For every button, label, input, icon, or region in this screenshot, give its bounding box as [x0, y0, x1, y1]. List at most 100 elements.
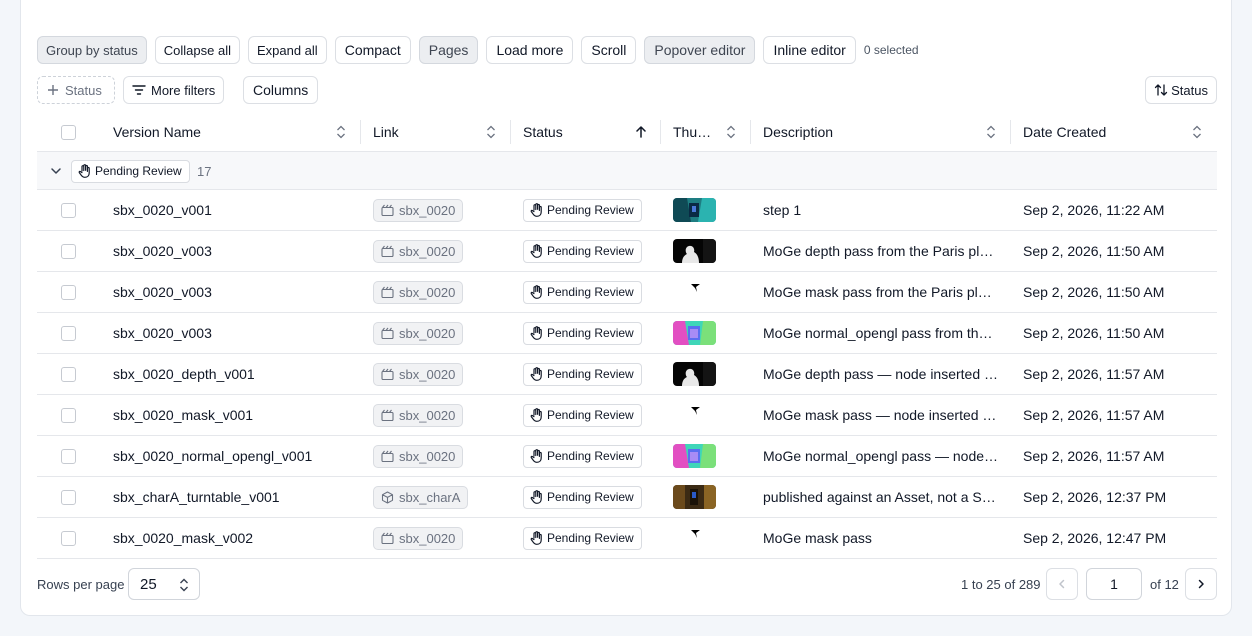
description-cell[interactable]: MoGe mask pass from the Paris pla…: [763, 272, 1003, 312]
inline-editor-button[interactable]: Inline editor: [763, 36, 856, 64]
link-cell[interactable]: sbx_0020: [373, 190, 464, 230]
thumbnail-cell[interactable]: [673, 518, 716, 558]
link-chip[interactable]: sbx_0020: [373, 198, 464, 222]
thumbnail-image[interactable]: [673, 444, 716, 468]
description-cell[interactable]: MoGe mask pass — node inserted …: [763, 395, 1003, 435]
status-chip[interactable]: Pending Review: [523, 321, 642, 345]
sort-thumbnail-icon[interactable]: [724, 124, 738, 140]
row-checkbox[interactable]: [61, 231, 76, 271]
thumbnail-cell[interactable]: [673, 231, 716, 271]
link-cell[interactable]: sbx_0020: [373, 354, 464, 394]
link-cell[interactable]: sbx_0020: [373, 272, 464, 312]
version-name[interactable]: sbx_0020_depth_v001: [113, 354, 255, 394]
thumbnail-cell[interactable]: [673, 477, 716, 517]
link-chip[interactable]: sbx_0020: [373, 526, 464, 550]
link-chip[interactable]: sbx_0020: [373, 239, 464, 263]
version-name[interactable]: sbx_charA_turntable_v001: [113, 477, 280, 517]
status-cell[interactable]: Pending Review: [523, 436, 642, 476]
table-row[interactable]: sbx_0020_mask_v001 sbx_0020 Pending Review…: [37, 395, 1217, 436]
thumbnail-image[interactable]: [673, 198, 716, 222]
expand-all-button[interactable]: Expand all: [247, 36, 327, 64]
sort-description-icon[interactable]: [984, 124, 998, 140]
select-all-checkbox[interactable]: [61, 112, 76, 152]
load-more-button[interactable]: Load more: [486, 36, 574, 64]
group-by-status-button[interactable]: Group by status: [37, 36, 147, 64]
group-header-pending-review[interactable]: Pending Review 17: [37, 152, 1217, 190]
status-cell[interactable]: Pending Review: [523, 477, 642, 517]
status-chip[interactable]: Pending Review: [523, 362, 642, 386]
thumbnail-cell[interactable]: [673, 354, 716, 394]
status-cell[interactable]: Pending Review: [523, 395, 642, 435]
row-checkbox[interactable]: [61, 395, 76, 435]
link-cell[interactable]: sbx_charA: [373, 477, 469, 517]
version-name[interactable]: sbx_0020_mask_v001: [113, 395, 253, 435]
popover-editor-button[interactable]: Popover editor: [644, 36, 756, 64]
version-name[interactable]: sbx_0020_mask_v002: [113, 518, 253, 558]
version-name[interactable]: sbx_0020_normal_opengl_v001: [113, 436, 312, 476]
sort-ascending-icon[interactable]: [634, 124, 648, 140]
version-name[interactable]: sbx_0020_v003: [113, 272, 212, 312]
version-name[interactable]: sbx_0020_v003: [113, 313, 212, 353]
thumbnail-image[interactable]: [673, 526, 716, 550]
table-row[interactable]: sbx_0020_normal_opengl_v001 sbx_0020 Pendi…: [37, 436, 1217, 477]
thumbnail-image[interactable]: [673, 321, 716, 345]
description-cell[interactable]: MoGe depth pass from the Paris pl…: [763, 231, 1003, 271]
header-description[interactable]: Description: [763, 112, 833, 152]
thumbnail-image[interactable]: [673, 485, 716, 509]
chevron-down-icon[interactable]: [49, 152, 63, 190]
table-row[interactable]: sbx_0020_v003 sbx_0020 Pending Review MoGe …: [37, 272, 1217, 313]
header-link[interactable]: Link: [373, 112, 399, 152]
thumbnail-image[interactable]: [673, 239, 716, 263]
description-cell[interactable]: MoGe normal_opengl pass — node …: [763, 436, 1003, 476]
table-row[interactable]: sbx_0020_mask_v002 sbx_0020 Pending Review…: [37, 518, 1217, 559]
thumbnail-cell[interactable]: [673, 313, 716, 353]
page-number-input[interactable]: 1: [1086, 568, 1142, 600]
thumbnail-cell[interactable]: [673, 272, 716, 312]
scroll-button[interactable]: Scroll: [581, 36, 637, 64]
row-checkbox[interactable]: [61, 518, 76, 558]
sort-status-button[interactable]: Status: [1145, 76, 1217, 104]
description-cell[interactable]: step 1: [763, 190, 1003, 230]
link-chip[interactable]: sbx_0020: [373, 362, 464, 386]
description-cell[interactable]: published against an Asset, not a S…: [763, 477, 1003, 517]
table-row[interactable]: sbx_0020_v003 sbx_0020 Pending Review MoGe …: [37, 231, 1217, 272]
header-thumbnail[interactable]: Thu…: [673, 112, 711, 152]
next-page-button[interactable]: [1185, 568, 1217, 600]
compact-button[interactable]: Compact: [334, 36, 411, 64]
more-filters-button[interactable]: More filters: [123, 76, 225, 104]
row-checkbox[interactable]: [61, 477, 76, 517]
description-cell[interactable]: MoGe normal_opengl pass from th…: [763, 313, 1003, 353]
link-cell[interactable]: sbx_0020: [373, 231, 464, 271]
link-cell[interactable]: sbx_0020: [373, 518, 464, 558]
table-row[interactable]: sbx_0020_v003 sbx_0020 Pending Review MoGe …: [37, 313, 1217, 354]
link-cell[interactable]: sbx_0020: [373, 395, 464, 435]
link-chip[interactable]: sbx_0020: [373, 280, 464, 304]
thumbnail-image[interactable]: [673, 280, 716, 304]
thumbnail-cell[interactable]: [673, 190, 716, 230]
thumbnail-cell[interactable]: [673, 395, 716, 435]
link-chip[interactable]: sbx_0020: [373, 444, 464, 468]
link-chip[interactable]: sbx_0020: [373, 403, 464, 427]
pages-button[interactable]: Pages: [418, 36, 479, 64]
link-chip[interactable]: sbx_charA: [373, 485, 469, 509]
header-status[interactable]: Status: [523, 112, 563, 152]
table-row[interactable]: sbx_0020_v001 sbx_0020 Pending Review step …: [37, 190, 1217, 231]
status-cell[interactable]: Pending Review: [523, 190, 642, 230]
status-cell[interactable]: Pending Review: [523, 354, 642, 394]
description-cell[interactable]: MoGe mask pass: [763, 518, 1003, 558]
status-chip[interactable]: Pending Review: [523, 526, 642, 550]
version-name[interactable]: sbx_0020_v001: [113, 190, 212, 230]
header-version-name[interactable]: Version Name: [113, 112, 201, 152]
previous-page-button[interactable]: [1046, 568, 1078, 600]
status-chip[interactable]: Pending Review: [523, 239, 642, 263]
thumbnail-image[interactable]: [673, 403, 716, 427]
thumbnail-cell[interactable]: [673, 436, 716, 476]
status-chip[interactable]: Pending Review: [523, 485, 642, 509]
rows-per-page-select[interactable]: 25: [128, 568, 200, 600]
version-name[interactable]: sbx_0020_v003: [113, 231, 212, 271]
status-chip[interactable]: Pending Review: [523, 403, 642, 427]
columns-button[interactable]: Columns: [243, 76, 319, 104]
row-checkbox[interactable]: [61, 272, 76, 312]
status-filter-button[interactable]: Status: [37, 76, 115, 104]
collapse-all-button[interactable]: Collapse all: [154, 36, 240, 64]
